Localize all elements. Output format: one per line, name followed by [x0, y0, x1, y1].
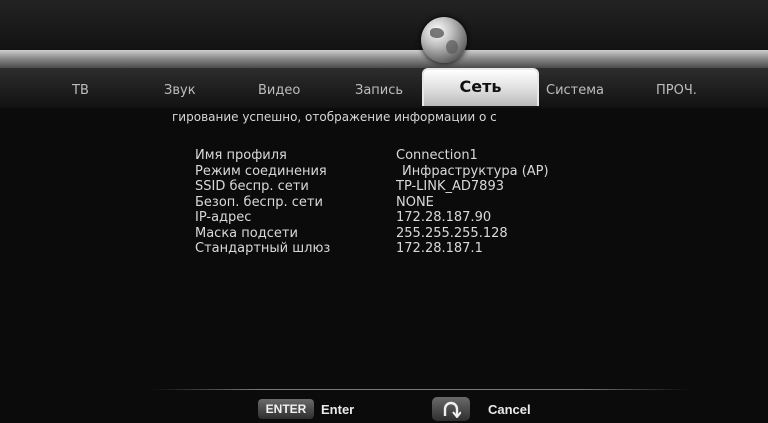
info-label: Стандартный шлюз: [195, 241, 331, 256]
info-label: Безоп. беспр. сети: [195, 194, 323, 210]
info-value: TP-LINK_AD7893: [396, 179, 504, 194]
info-value: 255.255.255.128: [396, 225, 508, 241]
top-bar: [0, 0, 768, 52]
info-label: Режим соединения: [195, 163, 327, 179]
return-arrow-icon: [443, 401, 461, 418]
cancel-label: Cancel: [488, 402, 531, 417]
tab-record[interactable]: Запись: [355, 83, 403, 98]
tab-sound[interactable]: Звук: [164, 83, 196, 98]
info-value: 172.28.187.90: [396, 210, 492, 225]
enter-key-button[interactable]: ENTER: [258, 399, 314, 419]
info-label: SSID беспр. сети: [195, 179, 309, 194]
info-label: Маска подсети: [195, 225, 298, 241]
menu-stripe: [0, 50, 768, 68]
info-value: NONE: [396, 194, 434, 210]
tab-other[interactable]: ПРОЧ.: [656, 83, 697, 98]
info-value: Инфраструктура (AP): [402, 163, 549, 179]
info-value: Connection1: [396, 148, 478, 163]
globe-icon: [421, 17, 467, 63]
info-label: Имя профиля: [195, 148, 287, 163]
tab-tv[interactable]: ТВ: [72, 83, 89, 98]
info-label: IP-адрес: [195, 210, 252, 225]
cancel-key-button[interactable]: [432, 397, 470, 421]
tab-video[interactable]: Видео: [258, 83, 300, 98]
info-value: 172.28.187.1: [396, 241, 483, 256]
tab-system[interactable]: Система: [546, 83, 604, 98]
footer-divider: [150, 389, 690, 390]
status-message: гирование успешно, отображение информаци…: [172, 110, 497, 124]
footer-bar: ENTER Enter Cancel: [0, 396, 768, 423]
tab-network[interactable]: Сеть: [422, 68, 539, 106]
enter-label: Enter: [321, 402, 355, 417]
